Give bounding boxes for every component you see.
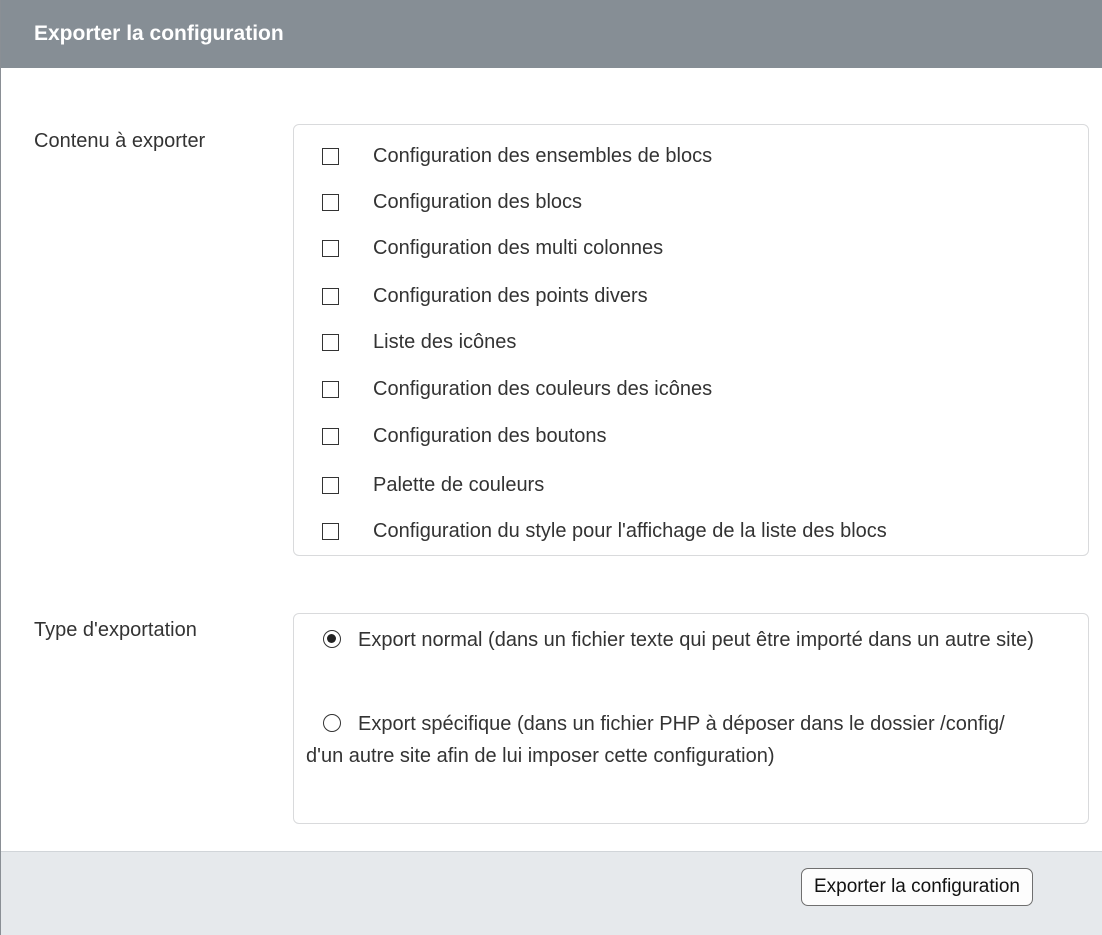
checkbox[interactable] [322,333,339,351]
option-liste-icones[interactable]: Liste des icônes [322,327,516,357]
checkbox[interactable] [322,476,339,494]
option-label: Configuration du style pour l'affichage … [373,519,887,542]
checkbox[interactable] [322,147,339,165]
export-type-box: Export normal (dans un fichier texte qui… [293,613,1089,824]
option-label: Configuration des ensembles de blocs [373,144,713,167]
export-config-button[interactable]: Exporter la configuration [801,868,1033,906]
option-style-liste-blocs[interactable]: Configuration du style pour l'affichage … [322,516,887,546]
checkbox[interactable] [322,427,339,445]
export-config-panel: Exporter la configuration Contenu à expo… [0,0,1102,935]
option-label: Palette de couleurs [373,473,545,496]
option-label: Configuration des points divers [373,284,648,307]
checkbox[interactable] [322,239,339,257]
checkbox[interactable] [322,522,339,540]
checkbox[interactable] [322,287,339,305]
option-couleurs-icones[interactable]: Configuration des couleurs des icônes [322,374,712,404]
option-points-divers[interactable]: Configuration des points divers [322,281,648,311]
option-label: Configuration des blocs [373,190,583,213]
option-label: Configuration des couleurs des icônes [373,377,713,400]
panel-title: Exporter la configuration [1,0,1102,68]
content-to-export-label: Contenu à exporter [34,130,206,152]
option-blocs[interactable]: Configuration des blocs [322,187,582,217]
checkbox[interactable] [322,380,339,398]
radio-button[interactable] [323,714,341,732]
option-boutons[interactable]: Configuration des boutons [322,421,607,451]
option-palette-couleurs[interactable]: Palette de couleurs [322,470,544,500]
option-label: Configuration des boutons [373,424,607,447]
option-label: Configuration des multi colonnes [373,236,664,259]
option-ensembles-de-blocs[interactable]: Configuration des ensembles de blocs [322,141,712,171]
option-label: Liste des icônes [373,330,517,353]
option-label: Export normal (dans un fichier texte qui… [358,629,1034,651]
export-type-label: Type d'exportation [34,619,197,641]
panel-footer: Exporter la configuration [1,851,1102,935]
export-specifique-option[interactable]: Export spécifique (dans un fichier PHP à… [306,708,1046,772]
option-label: Export spécifique (dans un fichier PHP à… [306,713,1005,767]
export-normal-option[interactable]: Export normal (dans un fichier texte qui… [306,624,1046,656]
content-options-box: Configuration des ensembles de blocs Con… [293,124,1089,556]
option-multi-colonnes[interactable]: Configuration des multi colonnes [322,233,663,263]
checkbox[interactable] [322,193,339,211]
radio-button-selected[interactable] [323,630,341,648]
